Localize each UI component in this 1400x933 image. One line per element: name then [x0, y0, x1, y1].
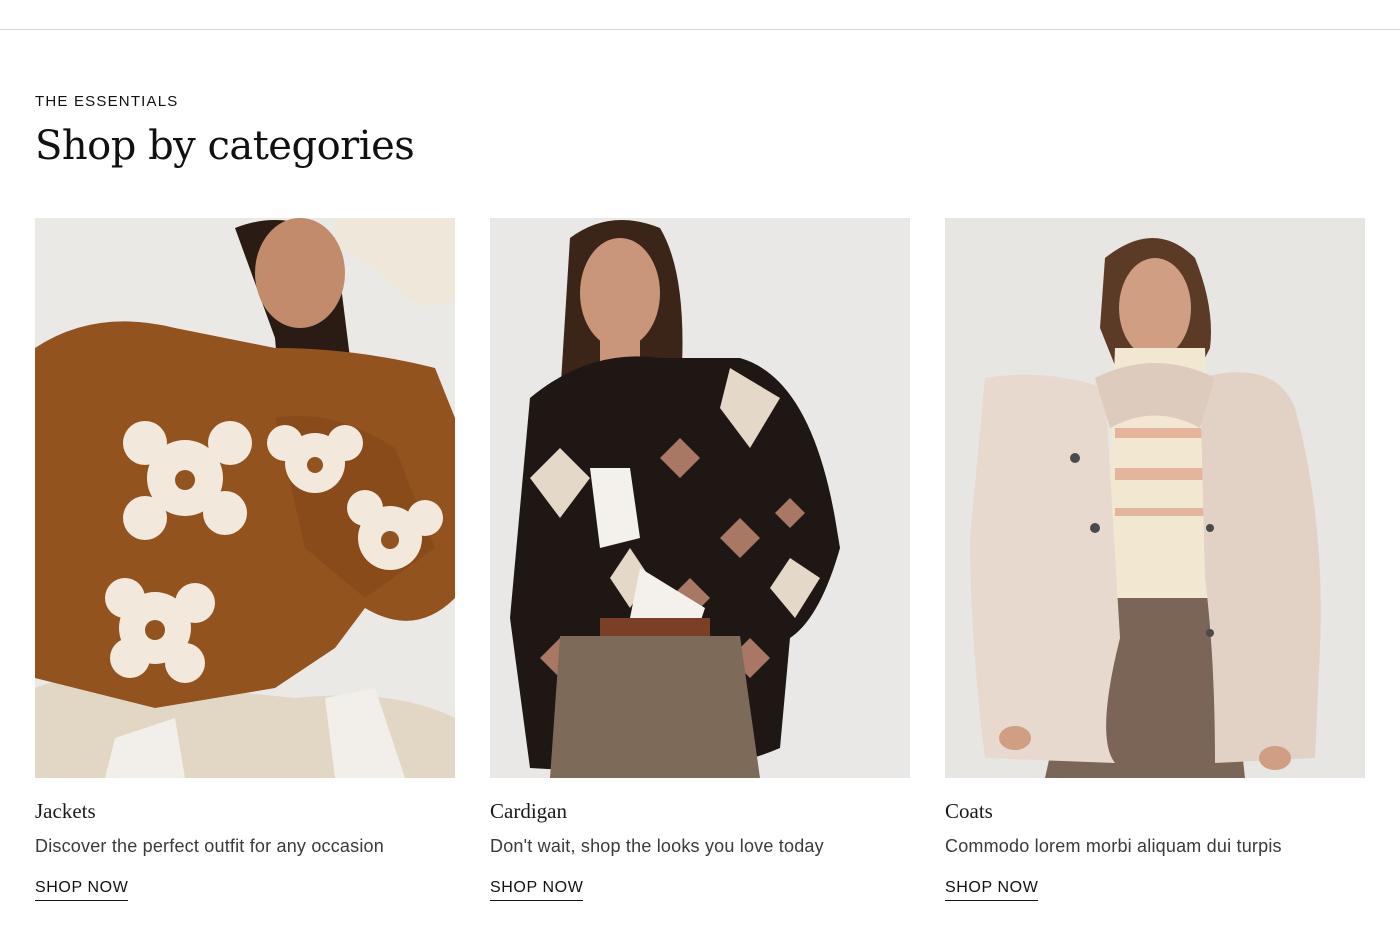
- category-card-cardigan: Cardigan Don't wait, shop the looks you …: [490, 218, 910, 901]
- category-card-jackets: Jackets Discover the perfect outfit for …: [35, 218, 455, 901]
- category-cards: Jackets Discover the perfect outfit for …: [35, 218, 1365, 901]
- shop-now-link-jackets[interactable]: SHOP NOW: [35, 879, 129, 901]
- section-title: Shop by categories: [35, 123, 415, 169]
- category-card-coats: Coats Commodo lorem morbi aliquam dui tu…: [945, 218, 1365, 901]
- category-description-coats: Commodo lorem morbi aliquam dui turpis: [945, 836, 1282, 856]
- section-eyebrow: THE ESSENTIALS: [35, 93, 179, 110]
- coats-photo: [945, 218, 1365, 778]
- jacket-photo: [35, 218, 455, 778]
- top-divider: [0, 29, 1400, 30]
- shop-now-link-cardigan[interactable]: SHOP NOW: [490, 879, 584, 901]
- category-description-cardigan: Don't wait, shop the looks you love toda…: [490, 836, 824, 856]
- category-title-jackets: Jackets: [35, 799, 96, 823]
- category-description-jackets: Discover the perfect outfit for any occa…: [35, 836, 384, 856]
- cardigan-photo: [490, 218, 910, 778]
- category-title-coats: Coats: [945, 799, 993, 823]
- category-image-jackets[interactable]: [35, 218, 455, 778]
- category-title-cardigan: Cardigan: [490, 799, 567, 823]
- shop-now-link-coats[interactable]: SHOP NOW: [945, 879, 1039, 901]
- category-image-coats[interactable]: [945, 218, 1365, 778]
- category-image-cardigan[interactable]: [490, 218, 910, 778]
